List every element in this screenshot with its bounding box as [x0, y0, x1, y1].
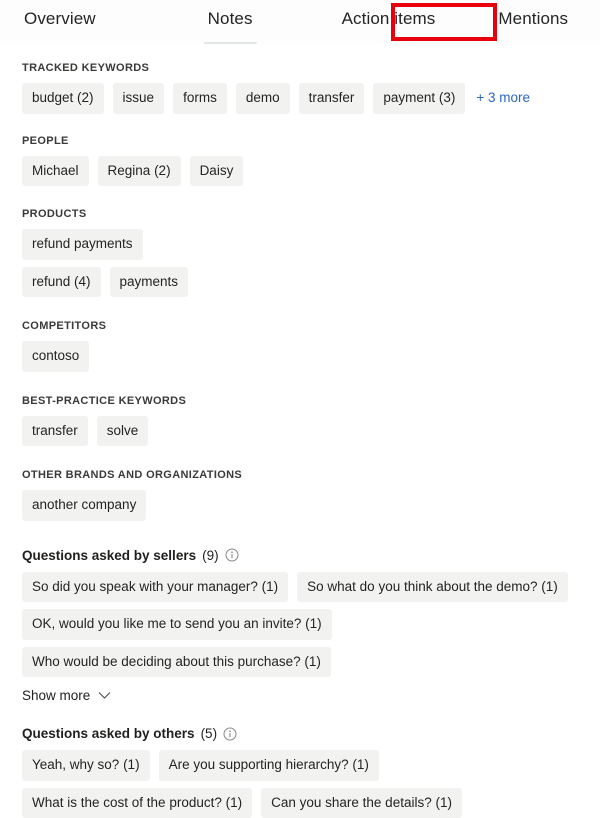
chip[interactable]: another company — [22, 490, 146, 521]
chip[interactable]: forms — [173, 83, 227, 114]
tab-notes[interactable]: Notes — [202, 9, 259, 39]
question-chip[interactable]: OK, would you like me to send you an inv… — [22, 609, 332, 640]
info-icon[interactable] — [225, 548, 239, 562]
chevron-down-icon — [98, 691, 111, 700]
question-chip[interactable]: So did you speak with your manager? (1) — [22, 572, 288, 603]
chip[interactable]: Daisy — [190, 156, 244, 187]
question-chip[interactable]: So what do you think about the demo? (1) — [297, 572, 568, 603]
chip[interactable]: payments — [110, 267, 189, 298]
questions-others-header: Questions asked by others (5) — [22, 726, 600, 741]
show-more-button[interactable]: Show more — [22, 688, 111, 703]
chip[interactable]: payment (3) — [373, 83, 465, 114]
section-tracked-keywords: TRACKED KEYWORDS budget (2) issue forms … — [22, 62, 600, 114]
show-more-label: Show more — [22, 688, 90, 703]
questions-others-count: (5) — [201, 726, 218, 741]
question-chip[interactable]: Yeah, why so? (1) — [22, 750, 150, 781]
mentions-panel: TRACKED KEYWORDS budget (2) issue forms … — [0, 62, 600, 818]
tab-strip: Overview Notes Action items Mentions — [0, 0, 600, 45]
tab-overview[interactable]: Overview — [18, 9, 102, 39]
chip-group: transfer solve — [22, 416, 578, 447]
question-chip[interactable]: Are you supporting hierarchy? (1) — [159, 750, 379, 781]
section-questions-by-sellers: Questions asked by sellers (9) So did yo… — [22, 548, 600, 706]
chip-group: contoso — [22, 341, 578, 372]
section-title: OTHER BRANDS AND ORGANIZATIONS — [22, 469, 600, 481]
questions-sellers-header: Questions asked by sellers (9) — [22, 548, 600, 563]
chip-group: budget (2) issue forms demo transfer pay… — [22, 83, 578, 114]
section-title: TRACKED KEYWORDS — [22, 62, 600, 74]
chip[interactable]: refund (4) — [22, 267, 101, 298]
tab-mentions[interactable]: Mentions — [492, 9, 574, 39]
questions-sellers-chip-group: So did you speak with your manager? (1) … — [22, 572, 582, 678]
question-chip[interactable]: Can you share the details? (1) — [261, 788, 462, 818]
chip[interactable]: issue — [113, 83, 165, 114]
question-chip[interactable]: Who would be deciding about this purchas… — [22, 647, 331, 678]
chip[interactable]: Regina (2) — [98, 156, 181, 187]
chip[interactable]: Michael — [22, 156, 89, 187]
section-title: COMPETITORS — [22, 320, 600, 332]
chip-group: Michael Regina (2) Daisy — [22, 156, 578, 187]
chip[interactable]: transfer — [22, 416, 88, 447]
chip[interactable]: budget (2) — [22, 83, 104, 114]
questions-others-label: Questions asked by others — [22, 726, 195, 741]
questions-sellers-label: Questions asked by sellers — [22, 548, 196, 563]
chip-group: another company — [22, 490, 578, 521]
tab-action-items[interactable]: Action items — [336, 9, 442, 39]
section-competitors: COMPETITORS contoso — [22, 320, 600, 372]
section-other-brands: OTHER BRANDS AND ORGANIZATIONS another c… — [22, 469, 600, 521]
section-people: PEOPLE Michael Regina (2) Daisy — [22, 135, 600, 187]
show-more-keywords-link[interactable]: + 3 more — [474, 83, 532, 114]
questions-others-chip-group: Yeah, why so? (1) Are you supporting hie… — [22, 750, 582, 818]
info-icon[interactable] — [223, 727, 237, 741]
chip[interactable]: solve — [97, 416, 149, 447]
questions-sellers-count: (9) — [202, 548, 219, 563]
chip[interactable]: contoso — [22, 341, 89, 372]
section-title: PRODUCTS — [22, 208, 600, 220]
section-best-practice-keywords: BEST-PRACTICE KEYWORDS transfer solve — [22, 395, 600, 447]
chip[interactable]: demo — [236, 83, 290, 114]
chip[interactable]: refund payments — [22, 229, 143, 260]
section-title: BEST-PRACTICE KEYWORDS — [22, 395, 600, 407]
chip-group: refund payments refund (4) payments — [22, 229, 212, 297]
section-questions-by-others: Questions asked by others (5) Yeah, why … — [22, 726, 600, 818]
question-chip[interactable]: What is the cost of the product? (1) — [22, 788, 252, 818]
chip[interactable]: transfer — [299, 83, 365, 114]
section-products: PRODUCTS refund payments refund (4) paym… — [22, 208, 600, 297]
section-title: PEOPLE — [22, 135, 600, 147]
